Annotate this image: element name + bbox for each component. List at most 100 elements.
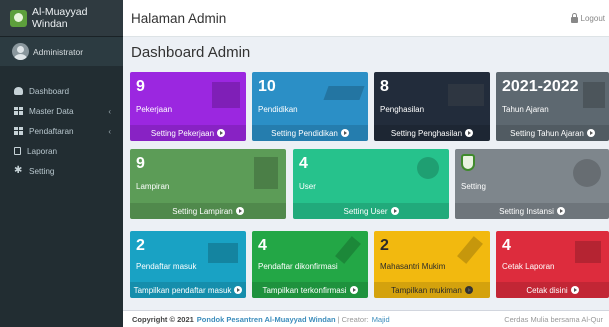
arrow-circle-right-icon bbox=[586, 129, 595, 137]
stat-value: 2021-2022 bbox=[502, 78, 579, 95]
sidebar-item-dashboard[interactable]: Dashboard bbox=[0, 81, 123, 101]
stat-footer-label: Setting Pekerjaan bbox=[150, 128, 215, 138]
sidebar-item-laporan[interactable]: Laporan bbox=[0, 141, 123, 161]
stat-label: Pendaftar dikonfirmasi bbox=[258, 262, 338, 271]
arrow-circle-right-icon bbox=[570, 286, 579, 294]
creator-label: Creator: bbox=[341, 314, 369, 324]
arrow-circle-right-icon bbox=[349, 286, 358, 294]
dashboard-icon bbox=[14, 87, 23, 95]
stat-footer-link[interactable]: Setting Instansi bbox=[455, 203, 609, 219]
calendar-icon bbox=[583, 82, 605, 108]
stat-label: Pendidikan bbox=[258, 105, 298, 114]
stat-footer-label: Setting Pendidikan bbox=[271, 128, 338, 138]
stat-box-setting: Setting Setting Instansi bbox=[455, 149, 609, 219]
logo-icon bbox=[10, 9, 27, 27]
sidebar-item-label: Setting bbox=[29, 166, 55, 176]
sidebar-item-pendaftaran[interactable]: Pendaftaran ‹ bbox=[0, 121, 123, 141]
institution-logo-icon bbox=[461, 154, 475, 171]
check-icon bbox=[457, 236, 483, 264]
arrow-circle-right-icon bbox=[217, 129, 226, 137]
stat-footer-link[interactable]: Setting Penghasilan bbox=[374, 125, 490, 141]
arrow-circle-right-icon bbox=[390, 207, 399, 215]
stat-footer-link[interactable]: Tampilkan terkonfirmasi bbox=[252, 282, 368, 298]
stat-footer-label: Setting Tahun Ajaran bbox=[510, 128, 584, 138]
money-icon bbox=[448, 84, 484, 106]
stat-value: 8 bbox=[380, 78, 389, 95]
stat-footer-link[interactable]: Setting Tahun Ajaran bbox=[496, 125, 609, 141]
sidebar-item-label: Pendaftaran bbox=[29, 126, 74, 136]
header-title: Halaman Admin bbox=[131, 10, 227, 26]
stat-value: 9 bbox=[136, 155, 145, 172]
check-icon bbox=[335, 236, 361, 264]
lock-icon bbox=[570, 12, 578, 23]
stat-label: User bbox=[299, 182, 316, 191]
logout-link[interactable]: Logout bbox=[570, 12, 605, 23]
brand[interactable]: Al-Muayyad Windan bbox=[0, 0, 123, 37]
stat-footer-label: Tampilkan mukiman bbox=[391, 285, 462, 295]
sidebar-item-label: Master Data bbox=[29, 106, 74, 116]
stat-footer-link[interactable]: Cetak disini bbox=[496, 282, 609, 298]
sidebar-item-master-data[interactable]: Master Data ‹ bbox=[0, 101, 123, 121]
stat-box-tahun-ajaran: 2021-2022 Tahun Ajaran Setting Tahun Aja… bbox=[496, 72, 609, 141]
print-icon bbox=[575, 241, 601, 263]
table-icon bbox=[14, 107, 23, 115]
sidebar-item-setting[interactable]: ✱ Setting bbox=[0, 161, 123, 181]
footer-separator: | bbox=[337, 314, 340, 324]
top-header: Halaman Admin Logout bbox=[123, 0, 609, 37]
user-icon bbox=[417, 157, 439, 179]
brand-name: Al-Muayyad Windan bbox=[32, 6, 88, 30]
stat-label: Tahun Ajaran bbox=[502, 105, 549, 114]
stat-footer-link[interactable]: Tampilkan pendaftar masuk bbox=[130, 282, 246, 298]
org-link[interactable]: Pondok Pesantren Al-Muayyad Windan bbox=[197, 315, 336, 324]
stat-value: 2 bbox=[136, 237, 145, 254]
stat-label: Mahasantri Mukim bbox=[380, 262, 446, 271]
stat-value: 4 bbox=[258, 237, 267, 254]
stat-footer-label: Tampilkan pendaftar masuk bbox=[133, 285, 232, 295]
stat-box-user: 4 User Setting User bbox=[293, 149, 449, 219]
stat-label: Penghasilan bbox=[380, 105, 425, 114]
creator-link[interactable]: Majid bbox=[372, 315, 390, 324]
stat-footer-label: Setting Lampiran bbox=[172, 206, 233, 216]
stat-footer-link[interactable]: Setting Pendidikan bbox=[252, 125, 368, 141]
user-panel[interactable]: Administrator bbox=[0, 37, 123, 66]
stat-footer-link[interactable]: Setting Lampiran bbox=[130, 203, 286, 219]
stat-label: Pekerjaan bbox=[136, 105, 173, 114]
avatar bbox=[12, 43, 29, 60]
page-title: Dashboard Admin bbox=[131, 44, 251, 61]
stat-value: 2 bbox=[380, 237, 389, 254]
graduation-cap-icon bbox=[323, 86, 365, 100]
stat-box-pekerjaan: 9 Pekerjaan Setting Pekerjaan bbox=[130, 72, 246, 141]
gear-icon: ✱ bbox=[14, 165, 23, 176]
arrow-circle-right-icon bbox=[234, 286, 243, 294]
arrow-circle-right-icon bbox=[340, 129, 349, 137]
sidebar-item-label: Dashboard bbox=[29, 86, 70, 96]
stat-value: 4 bbox=[502, 237, 511, 254]
stat-box-cetak-laporan: 4 Cetak Laporan Cetak disini bbox=[496, 231, 609, 298]
stat-footer-label: Cetak disini bbox=[526, 285, 568, 295]
arrow-circle-right-icon bbox=[235, 207, 244, 215]
file-icon bbox=[14, 147, 21, 155]
sidebar-item-label: Laporan bbox=[27, 146, 58, 156]
stat-footer-label: Tampilkan terkonfirmasi bbox=[262, 285, 347, 295]
stat-footer-link[interactable]: Tampilkan mukiman bbox=[374, 282, 490, 298]
sidebar-menu: Dashboard Master Data ‹ Pendaftaran ‹ La… bbox=[0, 81, 123, 181]
stat-box-penghasilan: 8 Penghasilan Setting Penghasilan bbox=[374, 72, 490, 141]
arrow-circle-right-icon bbox=[556, 207, 565, 215]
building-icon bbox=[212, 82, 240, 108]
arrow-circle-right-icon bbox=[464, 286, 473, 294]
stat-footer-label: Setting Instansi bbox=[499, 206, 554, 216]
sidebar: Al-Muayyad Windan Administrator Dashboar… bbox=[0, 0, 123, 327]
chevron-left-icon: ‹ bbox=[108, 126, 111, 136]
stat-footer-link[interactable]: Setting User bbox=[293, 203, 449, 219]
file-icon bbox=[254, 157, 278, 189]
stat-label: Cetak Laporan bbox=[502, 262, 555, 271]
stat-value: 4 bbox=[299, 155, 308, 172]
stat-label: Pendaftar masuk bbox=[136, 262, 197, 271]
stat-box-pendaftar-masuk: 2 Pendaftar masuk Tampilkan pendaftar ma… bbox=[130, 231, 246, 298]
chevron-left-icon: ‹ bbox=[108, 106, 111, 116]
table-icon bbox=[14, 127, 23, 135]
stat-box-pendidikan: 10 Pendidikan Setting Pendidikan bbox=[252, 72, 368, 141]
stat-footer-link[interactable]: Setting Pekerjaan bbox=[130, 125, 246, 141]
stat-label: Lampiran bbox=[136, 182, 170, 191]
page-footer: Copyright © 2021 Pondok Pesantren Al-Mua… bbox=[123, 310, 609, 327]
